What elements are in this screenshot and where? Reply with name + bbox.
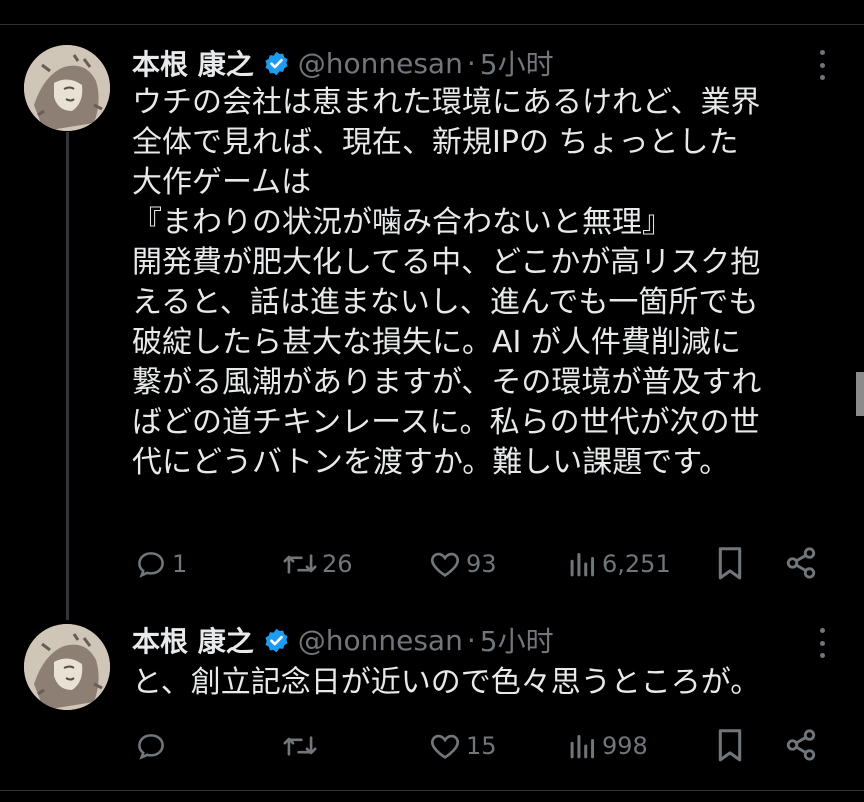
reply-icon [138,734,164,760]
bookmark-icon [718,547,742,580]
verified-badge-icon [263,50,290,77]
separator-dot: · [466,46,476,80]
author-name[interactable]: 本根 康之 [132,620,254,660]
avatar[interactable] [24,624,110,710]
avatar-image [24,624,110,710]
scrollbar-thumb[interactable] [856,372,864,416]
separator-dot: · [466,623,476,657]
view-count: 998 [602,732,648,760]
retweet-button[interactable] [282,729,318,763]
author-handle[interactable]: @honnesan [298,47,463,80]
avatar[interactable] [24,45,110,131]
share-icon [786,547,816,579]
reply-icon [138,552,164,578]
more-icon[interactable] [812,50,832,80]
views-icon [570,734,595,759]
share-button[interactable] [784,546,818,580]
thread-connector-line [66,132,69,620]
heart-icon [430,552,460,577]
retweet-icon [283,554,317,574]
views-icon [570,552,595,577]
tweet-text: ウチの会社は恵まれた環境にあるけれど、業界 全体で見れば、現在、新規IPの ちょ… [132,85,762,480]
like-button[interactable]: 93 [428,547,497,581]
author-handle[interactable]: @honnesan [298,624,463,657]
tweet-header: 本根 康之 @honnesan · 5小时 [132,43,554,83]
bookmark-button[interactable] [716,728,744,764]
like-button[interactable]: 15 [428,729,497,763]
author-name[interactable]: 本根 康之 [132,43,254,83]
tweet-header: 本根 康之 @honnesan · 5小时 [132,620,554,660]
verified-badge-icon [263,627,290,654]
heart-icon [430,734,460,759]
top-divider [0,24,864,25]
reply-button[interactable] [134,729,168,763]
timestamp[interactable]: 5小时 [480,43,554,83]
share-icon [786,729,816,761]
tweet-text: と、創立記念日が近いので色々思うところが。 [132,665,761,700]
reply-button[interactable]: 1 [134,547,187,581]
view-count: 6,251 [602,550,671,578]
avatar-image [24,45,110,131]
share-button[interactable] [784,728,818,762]
bottom-divider [0,790,864,791]
bookmark-icon [718,729,742,762]
like-count: 93 [466,550,497,578]
views-button[interactable]: 998 [568,729,648,763]
retweet-count: 26 [322,550,353,578]
views-button[interactable]: 6,251 [568,547,671,581]
timestamp[interactable]: 5小时 [480,620,554,660]
more-icon[interactable] [812,628,832,658]
retweet-button[interactable]: 26 [282,547,353,581]
like-count: 15 [466,732,497,760]
bookmark-button[interactable] [716,546,744,582]
retweet-icon [283,736,317,756]
reply-count: 1 [172,550,188,578]
